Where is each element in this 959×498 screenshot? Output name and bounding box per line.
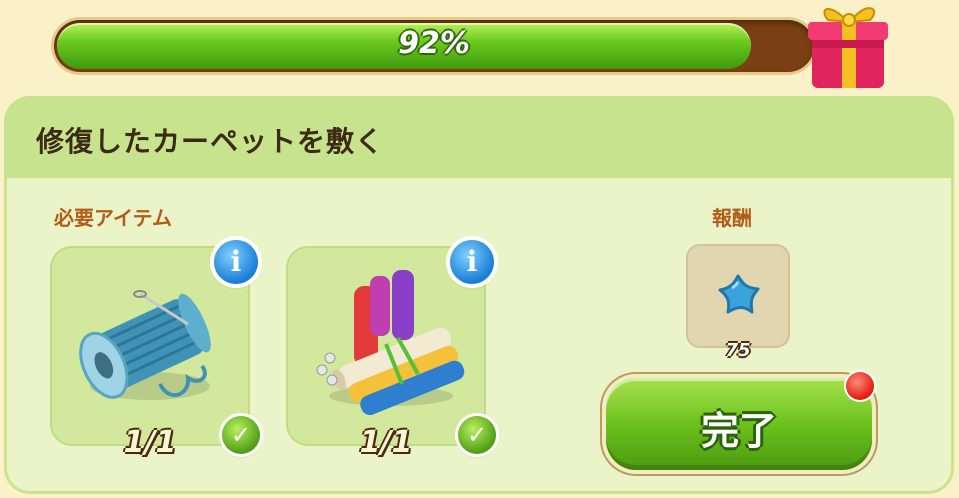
info-icon[interactable]: i — [450, 240, 494, 284]
blue-star-icon — [718, 274, 760, 314]
notification-dot — [846, 372, 874, 400]
fabric-rolls-icon — [316, 270, 465, 416]
task-title: 修復したカーペットを敷く — [36, 125, 385, 158]
check-icon: ✓ — [222, 416, 260, 454]
panel-header: 修復したカーペットを敷く — [4, 96, 954, 178]
check-icon: ✓ — [458, 416, 496, 454]
item-count: 1/1 — [123, 425, 177, 460]
reward-label: 報酬 — [712, 206, 752, 230]
gift-box-icon[interactable] — [800, 0, 895, 92]
reward-amount: 75 — [725, 340, 751, 361]
required-item-card[interactable]: 1/1 ✓ i — [286, 240, 496, 460]
complete-button[interactable]: 完了 — [606, 378, 872, 470]
info-icon[interactable]: i — [214, 240, 258, 284]
item-count: 1/1 — [359, 425, 413, 460]
task-panel: 修復したカーペットを敷く 必要アイテム 報酬 1/1 ✓ i 1/1 ✓ i 7… — [4, 96, 954, 494]
thread-spool-icon — [79, 290, 211, 400]
complete-button-label: 完了 — [700, 409, 777, 453]
progress-bar: 92% — [54, 20, 814, 72]
required-items-label: 必要アイテム — [54, 206, 172, 230]
progress-percent: 92% — [398, 26, 470, 61]
reward-box — [686, 244, 790, 348]
required-item-card[interactable]: 1/1 ✓ i — [50, 240, 260, 460]
